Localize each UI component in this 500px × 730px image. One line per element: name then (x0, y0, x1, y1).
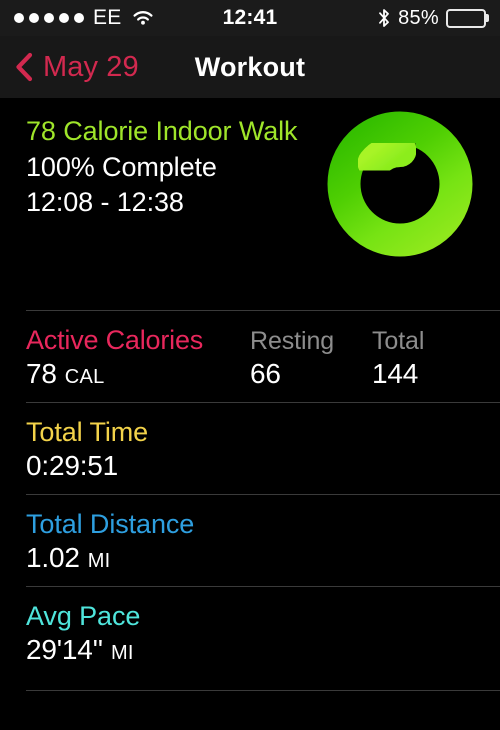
avg-pace-value: 29'14'' (26, 634, 103, 665)
workout-detail-screen: EE 12:41 85% May 29 Workout 78 Calorie I… (0, 0, 500, 730)
status-bar-left: EE (14, 6, 155, 30)
active-calories-label: Active Calories (26, 325, 204, 355)
battery-percent-label: 85% (398, 6, 439, 29)
avg-pace-unit: MI (110, 642, 134, 664)
status-bar: EE 12:41 85% (0, 0, 500, 36)
navigation-bar: May 29 Workout (0, 36, 500, 98)
bluetooth-icon (377, 8, 391, 28)
active-calories-value: 78 (26, 358, 57, 389)
resting-calories-value: 66 (250, 358, 281, 389)
calories-values: 78 CAL 66 144 (26, 358, 500, 390)
total-distance-value-group: 1.02 MI (26, 542, 500, 574)
move-progress-ring (322, 106, 478, 262)
total-time-value-group: 0:29:51 (26, 450, 500, 482)
back-button[interactable]: May 29 (14, 51, 139, 84)
status-bar-right: 85% (377, 7, 486, 30)
list-bottom-divider (26, 690, 500, 691)
resting-calories-label: Resting (250, 327, 335, 355)
avg-pace-label: Avg Pace (26, 601, 141, 631)
metric-row-total-distance: Total Distance 1.02 MI (26, 494, 500, 586)
workout-summary-header: 78 Calorie Indoor Walk 100% Complete 12:… (0, 98, 500, 310)
metrics-list: Active Calories Resting Total 78 CAL 66 … (0, 310, 500, 691)
total-distance-unit: MI (87, 550, 111, 572)
calories-headers: Active Calories Resting Total (26, 325, 500, 356)
total-calories-label: Total (372, 327, 425, 355)
total-calories-value: 144 (372, 358, 419, 389)
total-distance-label: Total Distance (26, 509, 195, 539)
chevron-left-icon (14, 52, 34, 82)
active-calories-value-group: 78 CAL (26, 358, 250, 390)
battery-icon (446, 8, 486, 28)
metric-row-avg-pace: Avg Pace 29'14'' MI (26, 586, 500, 678)
total-time-value: 0:29:51 (26, 450, 119, 481)
metric-row-total-time: Total Time 0:29:51 (26, 402, 500, 494)
carrier-label: EE (93, 6, 122, 29)
metric-row-calories: Active Calories Resting Total 78 CAL 66 … (26, 310, 500, 402)
active-calories-unit: CAL (64, 366, 105, 388)
back-button-label: May 29 (43, 50, 139, 83)
total-time-label: Total Time (26, 417, 149, 447)
wifi-icon (131, 9, 155, 27)
avg-pace-value-group: 29'14'' MI (26, 634, 500, 666)
total-distance-value: 1.02 (26, 542, 80, 573)
signal-strength-dots (14, 13, 84, 23)
